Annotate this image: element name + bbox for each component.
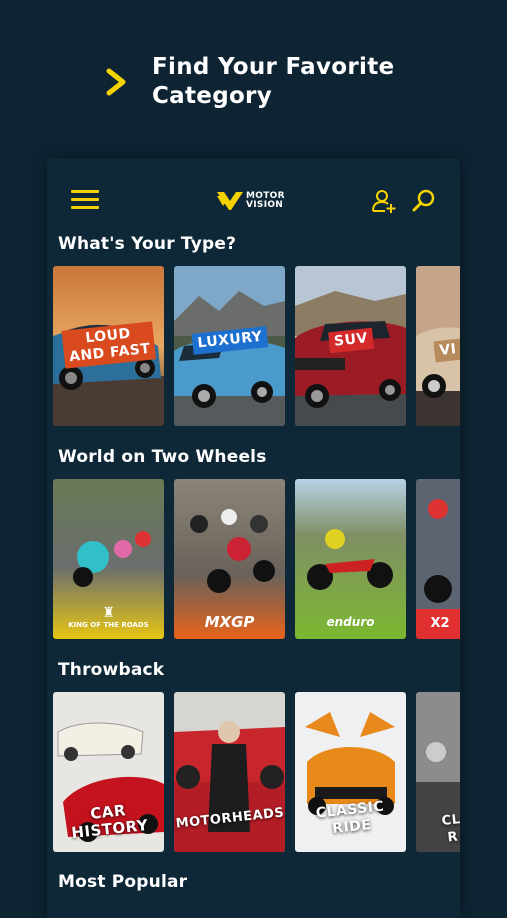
category-label: CLASSIC RIDE (314, 798, 385, 837)
hamburger-menu-icon[interactable] (71, 190, 99, 210)
category-card-loud-and-fast[interactable]: LOUD AND FAST (53, 266, 164, 426)
category-row-throwback: CAR HISTORY MOTORHEADS CLASSIC RIDE CL R (53, 692, 460, 852)
category-card-vintage[interactable]: VI (416, 266, 460, 426)
app-screen: MOTOR VISION What's Your Type? LOUD AND … (47, 158, 460, 918)
x2-logo: X2 (430, 616, 450, 631)
category-card-mxgp[interactable]: MXGP (174, 479, 285, 639)
promo-title: Find Your Favorite Category (152, 53, 472, 111)
category-label: SUV (327, 327, 374, 354)
category-card-king-of-the-roads[interactable]: ♜ KING OF THE ROADS (53, 479, 164, 639)
category-card-luxury[interactable]: LUXURY (174, 266, 285, 426)
category-label: CL R (440, 812, 460, 846)
category-card-suv[interactable]: SUV (295, 266, 406, 426)
category-card-motorheads[interactable]: MOTORHEADS (174, 692, 285, 852)
add-user-icon[interactable] (371, 188, 397, 214)
promo-title-line1: Find Your Favorite (152, 54, 395, 80)
category-card-classic-race[interactable]: CL R (416, 692, 460, 852)
king-of-the-roads-logo: ♜ KING OF THE ROADS (68, 605, 149, 629)
logo-mark-icon (217, 192, 243, 210)
search-icon[interactable] (412, 189, 436, 213)
section-title-type: What's Your Type? (58, 234, 237, 254)
chevron-right-icon (106, 68, 126, 96)
trial-bike-image (416, 479, 460, 639)
logo-text: MOTOR VISION (246, 191, 285, 210)
promo-header: Find Your Favorite Category (0, 0, 507, 160)
motorvision-logo[interactable]: MOTOR VISION (217, 190, 285, 212)
section-title-two-wheels: World on Two Wheels (58, 447, 267, 467)
mxgp-logo: MXGP (204, 613, 255, 631)
section-title-most-popular: Most Popular (58, 872, 188, 892)
enduro-logo: enduro (326, 615, 375, 629)
app-bar: MOTOR VISION (47, 158, 460, 232)
category-card-x2[interactable]: X2 (416, 479, 460, 639)
promo-title-line2: Category (152, 83, 272, 109)
section-title-throwback: Throwback (58, 660, 165, 680)
category-card-car-history[interactable]: CAR HISTORY (53, 692, 164, 852)
category-card-classic-ride[interactable]: CLASSIC RIDE (295, 692, 406, 852)
category-card-enduro[interactable]: enduro (295, 479, 406, 639)
category-row-two-wheels: ♜ KING OF THE ROADS MXGP enduro X2 (53, 479, 460, 639)
category-row-type: LOUD AND FAST LUXURY SUV VI (53, 266, 460, 426)
category-label: VI (433, 338, 460, 363)
